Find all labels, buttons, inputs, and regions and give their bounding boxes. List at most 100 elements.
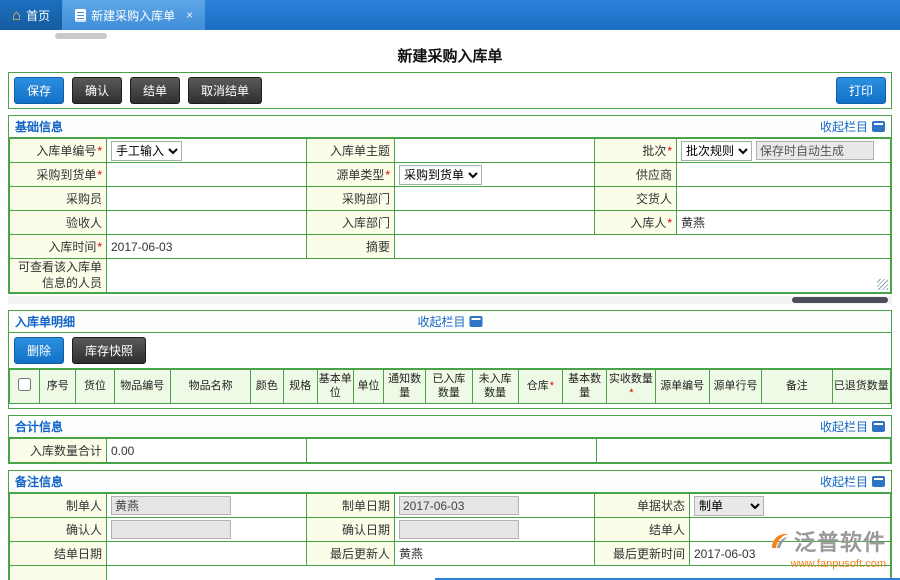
required-marker: * (667, 216, 672, 230)
col-remark: 备注 (762, 370, 832, 404)
detail-collapse-link[interactable]: 收起栏目 (417, 313, 482, 330)
status-select[interactable]: 制单 (694, 496, 764, 516)
col-in-qty: 已入库数量 (426, 370, 472, 404)
basic-collapse-link[interactable]: 收起栏目 (820, 118, 885, 135)
confirm-button[interactable]: 确认 (72, 77, 122, 104)
page: ⌂ 首页 新建采购入库单 × 新建采购入库单 保存 确认 结单 取消结单 打印 … (0, 0, 900, 580)
viewer-cell[interactable] (107, 259, 891, 293)
cancel-settle-button[interactable]: 取消结单 (188, 77, 262, 104)
col-notice-qty: 通知数量 (384, 370, 426, 404)
deliverer-label-cell: 交货人 (595, 187, 677, 211)
in-time-input[interactable] (111, 238, 302, 256)
detail-title: 入库单明细 (15, 313, 75, 330)
deliverer-input[interactable] (681, 190, 886, 208)
settle-button[interactable]: 结单 (130, 77, 180, 104)
settle-date-cell (107, 542, 307, 566)
required-marker: * (550, 380, 554, 392)
arrival-label-cell: 采购到货单* (10, 163, 107, 187)
arrival-input[interactable] (111, 166, 302, 184)
confirm-date-input (399, 520, 519, 539)
top-scrollbar (0, 30, 900, 42)
collapse-icon (872, 476, 885, 487)
resize-handle[interactable] (877, 279, 888, 290)
col-source-line: 源单行号 (709, 370, 761, 404)
source-type-select[interactable]: 采购到货单 (399, 165, 482, 185)
snapshot-button[interactable]: 库存快照 (72, 337, 146, 364)
basic-info-form: 入库单编号* 手工输入 入库单主题 批次* 批次规则 采购到货单* 源单类型* … (9, 138, 891, 293)
last-time-label-cell: 最后更新时间 (595, 542, 690, 566)
required-marker: * (97, 168, 102, 182)
required-marker: * (385, 168, 390, 182)
supplier-cell (677, 163, 891, 187)
tab-current-label: 新建采购入库单 (91, 7, 175, 24)
total-title: 合计信息 (15, 418, 63, 435)
col-actual-qty: 实收数量* (607, 370, 655, 404)
in-person-cell (677, 211, 891, 235)
save-button[interactable]: 保存 (14, 77, 64, 104)
remark-collapse-link[interactable]: 收起栏目 (820, 473, 885, 490)
tab-home[interactable]: ⌂ 首页 (0, 0, 63, 30)
confirmer-label-cell: 确认人 (10, 518, 107, 542)
batch-label-cell: 批次* (595, 139, 677, 163)
collapse-icon (872, 421, 885, 432)
tab-close-icon[interactable]: × (186, 9, 193, 21)
last-editor-label-cell: 最后更新人 (307, 542, 395, 566)
tab-current[interactable]: 新建采购入库单 × (63, 0, 205, 30)
horizontal-scrollbar (8, 296, 892, 304)
col-spec: 规格 (283, 370, 317, 404)
purchase-dept-cell (395, 187, 595, 211)
page-title: 新建采购入库单 (0, 42, 900, 72)
brand-name: 泛普软件 (794, 525, 886, 557)
confirmer-cell (107, 518, 307, 542)
summary-input[interactable] (399, 238, 886, 256)
in-dept-label-cell: 入库部门 (307, 211, 395, 235)
required-marker: * (97, 240, 102, 254)
maker-input (111, 496, 231, 515)
confirm-date-cell (395, 518, 595, 542)
in-person-label-cell: 入库人* (595, 211, 677, 235)
brand-url[interactable]: www.fanpusoft.com (768, 558, 886, 570)
col-not-in-qty: 未入库数量 (472, 370, 518, 404)
inspector-input[interactable] (111, 214, 302, 232)
total-collapse-link[interactable]: 收起栏目 (820, 418, 885, 435)
select-all-checkbox[interactable] (18, 378, 31, 391)
select-all-cell (10, 370, 40, 404)
detail-table-body-empty (9, 404, 891, 408)
batch-cell: 批次规则 (677, 139, 891, 163)
subject-input[interactable] (399, 142, 590, 160)
source-type-label-cell: 源单类型* (307, 163, 395, 187)
last-editor-cell: 黄燕 (395, 542, 595, 566)
in-dept-input[interactable] (399, 214, 590, 232)
col-color: 颜色 (251, 370, 283, 404)
col-source-no: 源单编号 (655, 370, 709, 404)
delete-button[interactable]: 删除 (14, 337, 64, 364)
basic-info-header: 基础信息 收起栏目 (9, 116, 891, 138)
col-base-qty: 基本数量 (563, 370, 607, 404)
buyer-label-cell: 采购员 (10, 187, 107, 211)
remark-header: 备注信息 收起栏目 (9, 471, 891, 493)
total-empty-cell-1 (307, 439, 597, 463)
summary-label-cell: 摘要 (307, 235, 395, 259)
order-no-select[interactable]: 手工输入 (111, 141, 182, 161)
summary-cell (395, 235, 891, 259)
total-section: 合计信息 收起栏目 入库数量合计 0.00 (8, 415, 892, 464)
detail-table: 序号 货位 物品编号 物品名称 颜色 规格 基本单位 单位 通知数量 已入库数量… (9, 369, 891, 404)
brand-footer: 泛普软件 www.fanpusoft.com (768, 525, 886, 570)
top-scrollbar-thumb[interactable] (55, 33, 107, 39)
settler-label-cell: 结单人 (595, 518, 690, 542)
purchase-dept-input[interactable] (399, 190, 590, 208)
order-no-cell: 手工输入 (107, 139, 307, 163)
horizontal-scrollbar-thumb[interactable] (792, 297, 888, 303)
buyer-input[interactable] (111, 190, 302, 208)
required-marker: * (629, 387, 633, 399)
supplier-input[interactable] (681, 166, 886, 184)
remark-form: 制单人 制单日期 单据状态 制单 确认人 确认日期 结单人 结单日期 (9, 493, 891, 580)
detail-button-row: 删除 库存快照 (9, 333, 891, 369)
subject-cell (395, 139, 595, 163)
in-time-cell (107, 235, 307, 259)
print-button[interactable]: 打印 (836, 77, 886, 104)
in-person-input[interactable] (681, 214, 886, 232)
make-date-cell (395, 494, 595, 518)
col-item-name: 物品名称 (170, 370, 250, 404)
batch-select[interactable]: 批次规则 (681, 141, 752, 161)
